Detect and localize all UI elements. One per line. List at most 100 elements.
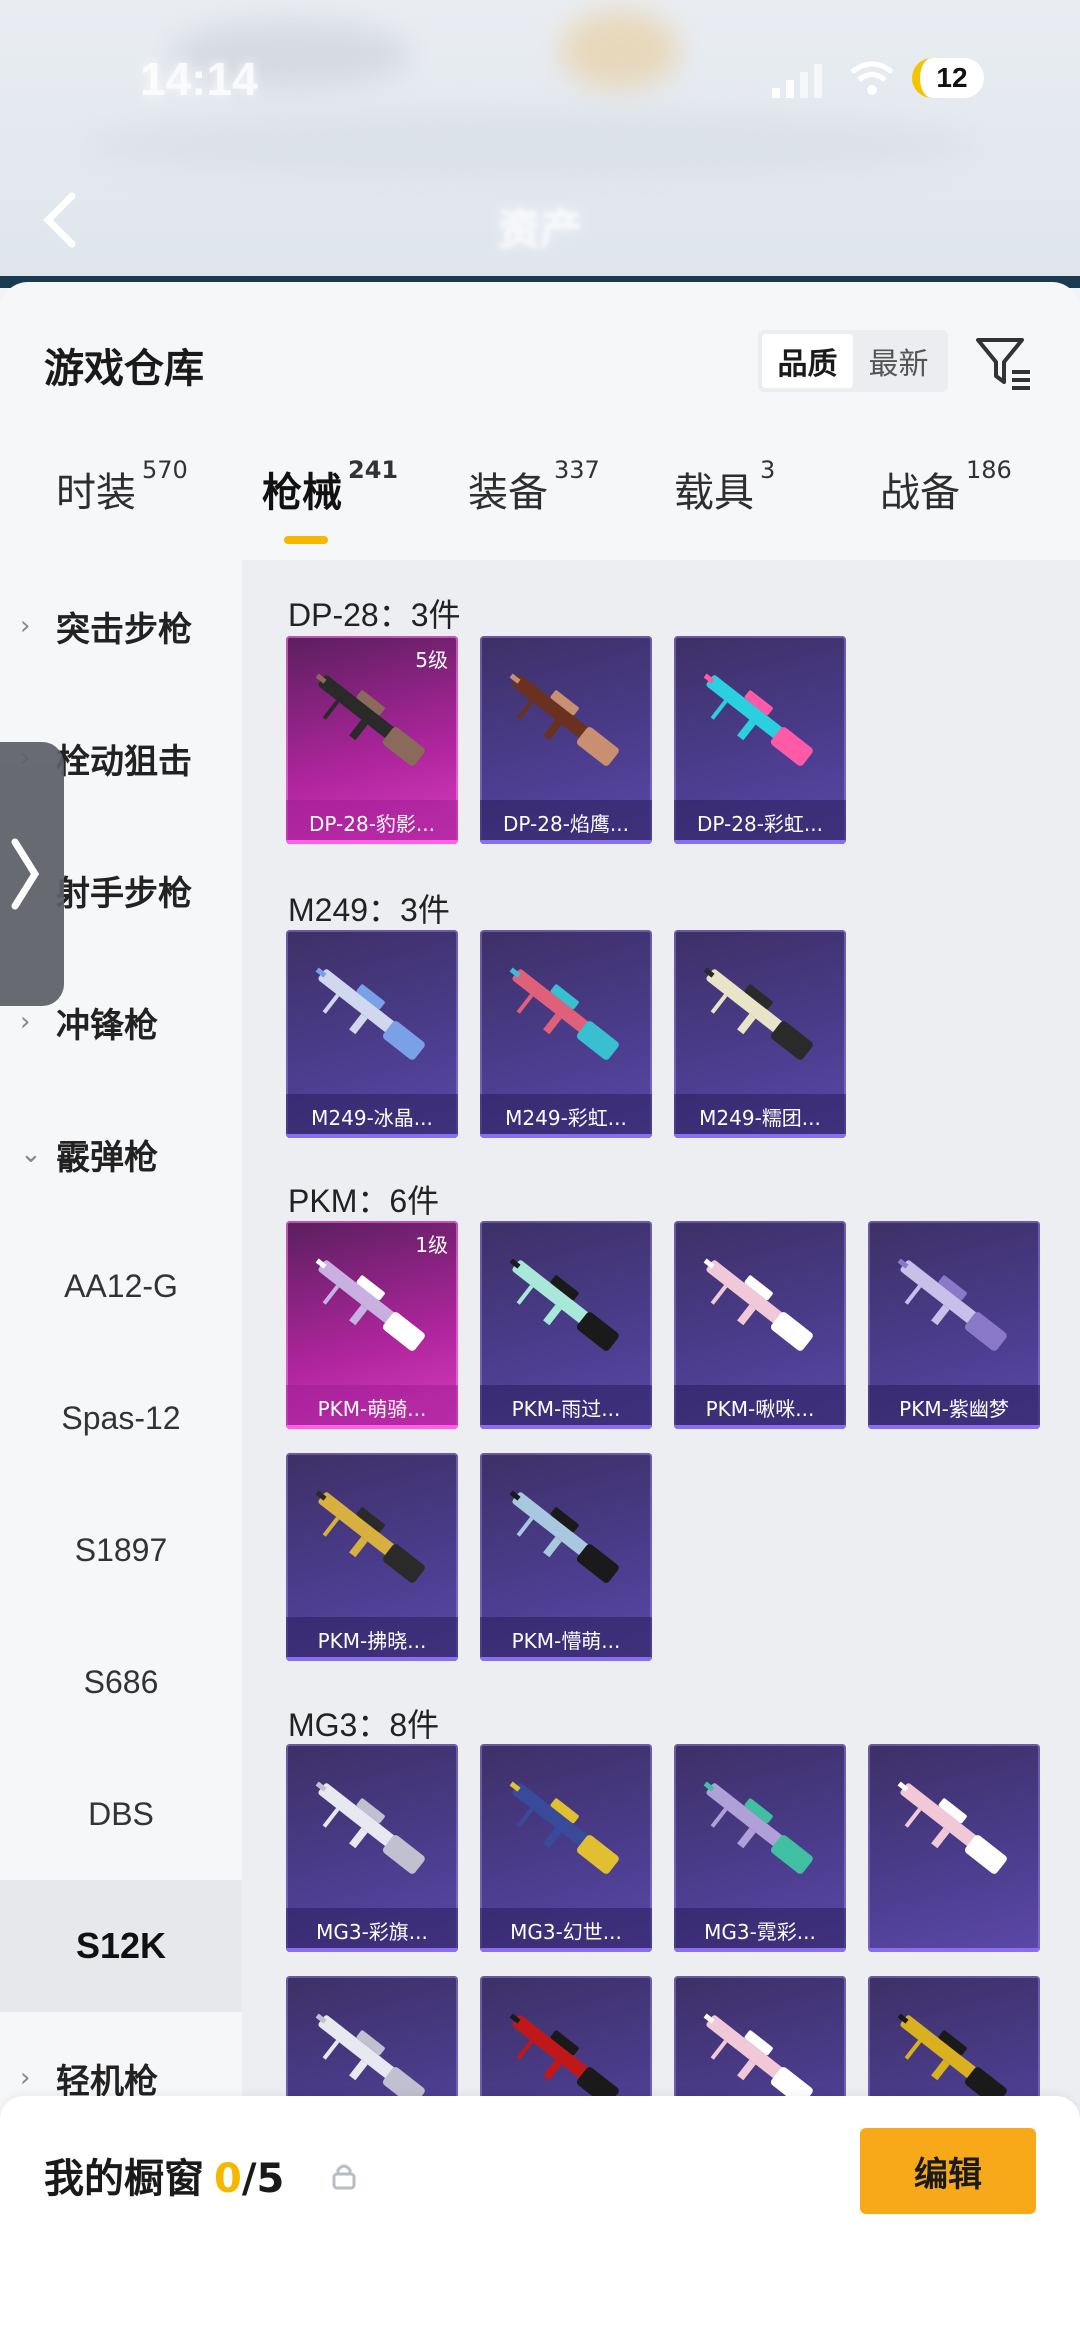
weapon-icon bbox=[509, 673, 619, 766]
weapon-card[interactable]: M249-冰晶... bbox=[286, 930, 458, 1138]
tab-fashion[interactable]: 时装 570 bbox=[56, 456, 188, 518]
app-root: 14:14 12 资产 游戏仓库 品质 最新 时装 570 枪械 241 装备 … bbox=[0, 0, 1080, 2341]
tab-label: 时装 bbox=[56, 470, 136, 516]
tab-weapons[interactable]: 枪械 241 bbox=[262, 456, 398, 518]
chevron-down-icon: ⌄ bbox=[20, 1139, 42, 1169]
category-tabs: 时装 570 枪械 241 装备 337 载具 3 战备 186 bbox=[0, 456, 1080, 542]
tab-count: 3 bbox=[760, 456, 776, 484]
weapon-grid: DP-28：3件 M249：3件 PKM：6件 MG3：8件 5级 DP-28-豹… bbox=[242, 560, 1080, 2341]
sidebar-subitem-s1897[interactable]: S1897 bbox=[0, 1484, 242, 1616]
group-title: PKM：6件 bbox=[288, 1183, 440, 1219]
weapon-card[interactable]: PKM-懵萌... bbox=[480, 1453, 652, 1661]
panel-title: 游戏仓库 bbox=[44, 346, 204, 392]
rarity-bar bbox=[674, 1948, 846, 1952]
tab-count: 570 bbox=[142, 456, 188, 484]
showcase-current: 0 bbox=[214, 2156, 242, 2202]
sidebar-item-label: 突击步枪 bbox=[56, 609, 192, 650]
weapon-card[interactable]: PKM-雨过... bbox=[480, 1221, 652, 1429]
weapon-icon bbox=[897, 1258, 1007, 1351]
weapon-card[interactable]: M249-彩虹... bbox=[480, 930, 652, 1138]
weapon-card[interactable]: M249-糯团... bbox=[674, 930, 846, 1138]
sidebar-subitem-s12k[interactable]: S12K bbox=[0, 1880, 242, 2012]
sidebar-item-assault-rifle[interactable]: › 突击步枪 bbox=[0, 560, 242, 692]
weapon-card[interactable]: PKM-紫幽梦 bbox=[868, 1221, 1040, 1429]
group-title: MG3：8件 bbox=[288, 1707, 440, 1743]
sidebar-subitem-spas12[interactable]: Spas-12 bbox=[0, 1352, 242, 1484]
sidebar-subitem-aa12g[interactable]: AA12-G bbox=[0, 1220, 242, 1352]
weapon-card[interactable] bbox=[868, 1744, 1040, 1952]
tab-count: 186 bbox=[966, 456, 1012, 484]
weapon-name: DP-28-彩虹... bbox=[674, 800, 846, 844]
rarity-bar bbox=[480, 1948, 652, 1952]
weapon-icon bbox=[703, 1781, 813, 1874]
tab-count: 337 bbox=[554, 456, 600, 484]
weapon-icon bbox=[509, 1781, 619, 1874]
page-title: 资产 bbox=[498, 205, 583, 254]
lock-icon[interactable] bbox=[330, 2162, 358, 2190]
group-title: DP-28：3件 bbox=[288, 597, 461, 633]
rarity-bar bbox=[286, 1948, 458, 1952]
weapon-name: DP-28-焰鹰... bbox=[480, 800, 652, 844]
weapon-name: DP-28-豹影... bbox=[286, 800, 458, 844]
rarity-bar bbox=[286, 1134, 458, 1138]
weapon-name: MG3-幻世... bbox=[480, 1908, 652, 1952]
weapon-card[interactable]: DP-28-彩虹... bbox=[674, 636, 846, 844]
showcase-title: 我的橱窗 0/5 bbox=[44, 2146, 284, 2204]
weapon-name: PKM-啾咪... bbox=[674, 1385, 846, 1429]
back-icon[interactable] bbox=[40, 190, 80, 250]
showcase-count: 0/5 bbox=[214, 2156, 284, 2202]
tab-supplies[interactable]: 战备 186 bbox=[880, 456, 1012, 518]
tab-label: 枪械 bbox=[262, 470, 342, 516]
rarity-bar bbox=[674, 1425, 846, 1429]
weapon-card[interactable]: PKM-啾咪... bbox=[674, 1221, 846, 1429]
sidebar-item-label: 射手步枪 bbox=[56, 873, 192, 914]
group-title: M249：3件 bbox=[288, 892, 450, 928]
edit-button[interactable]: 编辑 bbox=[860, 2128, 1036, 2214]
warehouse-panel: 游戏仓库 品质 最新 时装 570 枪械 241 装备 337 载具 3 战备 … bbox=[0, 282, 1080, 2341]
tab-count: 241 bbox=[348, 456, 399, 484]
sidebar-item-shotgun[interactable]: ⌄ 霰弹枪 bbox=[0, 1088, 242, 1220]
battery-indicator: 12 bbox=[912, 58, 984, 98]
weapon-name: M249-糯团... bbox=[674, 1094, 846, 1138]
weapon-card[interactable]: MG3-彩旗... bbox=[286, 1744, 458, 1952]
rarity-bar bbox=[480, 840, 652, 844]
weapon-name: MG3-霓彩... bbox=[674, 1908, 846, 1952]
status-time: 14:14 bbox=[140, 53, 258, 105]
chevron-right-icon: › bbox=[20, 611, 31, 641]
level-badge: 5级 bbox=[415, 648, 448, 672]
sidebar-item-label: 栓动狙击 bbox=[56, 741, 192, 782]
tab-vehicles[interactable]: 载具 3 bbox=[674, 456, 775, 518]
rarity-bar bbox=[868, 1948, 1040, 1952]
weapon-icon bbox=[703, 673, 813, 766]
chevron-right-icon bbox=[11, 838, 40, 910]
chevron-right-icon: › bbox=[20, 2063, 31, 2093]
side-drawer-handle[interactable] bbox=[0, 742, 64, 1006]
sidebar-subitem-dbs[interactable]: DBS bbox=[0, 1748, 242, 1880]
rarity-bar bbox=[286, 1425, 458, 1429]
filter-icon[interactable] bbox=[972, 330, 1036, 394]
weapon-icon bbox=[703, 1258, 813, 1351]
rarity-bar bbox=[674, 840, 846, 844]
showcase-bar: 我的橱窗 0/5 编辑 bbox=[0, 2096, 1080, 2341]
blurred-region bbox=[80, 110, 980, 180]
weapon-card[interactable]: PKM-拂晓... bbox=[286, 1453, 458, 1661]
level-badge: 1级 bbox=[415, 1233, 448, 1257]
sidebar-item-label: 冲锋枪 bbox=[56, 1005, 158, 1046]
tab-label: 装备 bbox=[468, 470, 548, 516]
weapon-card[interactable]: 5级 DP-28-豹影... bbox=[286, 636, 458, 844]
weapon-icon bbox=[315, 673, 425, 766]
status-bar: 14:14 12 资产 bbox=[0, 0, 1080, 288]
weapon-card[interactable]: MG3-幻世... bbox=[480, 1744, 652, 1952]
rarity-bar bbox=[480, 1134, 652, 1138]
sort-quality-button[interactable]: 品质 bbox=[762, 334, 853, 388]
tab-equipment[interactable]: 装备 337 bbox=[468, 456, 600, 518]
weapon-icon bbox=[897, 1781, 1007, 1874]
weapon-card[interactable]: MG3-霓彩... bbox=[674, 1744, 846, 1952]
rarity-bar bbox=[286, 1657, 458, 1661]
rarity-bar bbox=[286, 840, 458, 844]
weapon-card[interactable]: DP-28-焰鹰... bbox=[480, 636, 652, 844]
sort-newest-button[interactable]: 最新 bbox=[853, 334, 944, 388]
sidebar-subitem-s686[interactable]: S686 bbox=[0, 1616, 242, 1748]
weapon-card[interactable]: 1级 PKM-萌骑... bbox=[286, 1221, 458, 1429]
weapon-name: PKM-紫幽梦 bbox=[868, 1385, 1040, 1429]
